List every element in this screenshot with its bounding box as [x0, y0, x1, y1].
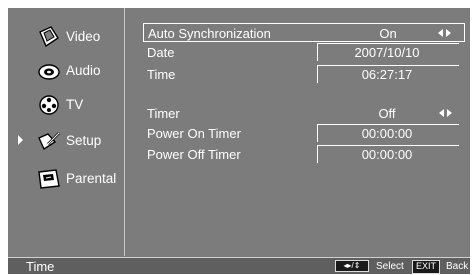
timer-value: Off: [378, 106, 396, 121]
power-off-timer-label: Power Off Timer: [147, 147, 241, 162]
timer-label: Timer: [147, 106, 180, 121]
sidebar-item-label: TV: [66, 97, 84, 112]
setup-icon: [36, 128, 62, 154]
power-off-timer-value: 00:00:00: [361, 147, 413, 162]
settings-panel: Auto Synchronization On Date 2007/10/10 …: [125, 8, 470, 256]
time-row[interactable]: Time 06:27:17: [143, 65, 465, 84]
time-value: 06:27:17: [361, 67, 413, 82]
auto-sync-row[interactable]: Auto Synchronization On: [143, 23, 465, 42]
sidebar-item-label: Video: [66, 29, 101, 44]
sidebar-item-label: Parental: [66, 171, 117, 186]
back-hint: Back: [446, 261, 469, 272]
status-bar: Time ◂▸/⇕ Select EXIT Back: [8, 257, 470, 274]
power-off-timer-row[interactable]: Power Off Timer 00:00:00: [143, 145, 465, 164]
audio-icon: [36, 58, 62, 84]
nav-keys-icon: ◂▸/⇕: [335, 260, 369, 272]
time-label: Time: [147, 67, 176, 82]
sidebar-item-setup[interactable]: Setup: [18, 128, 122, 154]
exit-key-icon: EXIT: [412, 260, 441, 274]
sidebar-item-video[interactable]: Video: [18, 24, 122, 50]
selected-arrow-icon: [18, 135, 23, 145]
date-label: Date: [147, 45, 175, 60]
date-row[interactable]: Date 2007/10/10: [143, 43, 465, 62]
tv-icon: [36, 92, 62, 118]
sidebar-item-label: Audio: [66, 63, 101, 78]
timer-row[interactable]: Timer Off: [143, 104, 465, 123]
sidebar-item-parental[interactable]: Parental: [18, 166, 122, 192]
sidebar-item-audio[interactable]: Audio: [18, 58, 122, 84]
auto-sync-value: On: [379, 26, 397, 41]
sidebar-item-tv[interactable]: TV: [18, 92, 122, 118]
power-on-timer-label: Power On Timer: [147, 126, 241, 141]
power-on-timer-value: 00:00:00: [361, 126, 413, 141]
auto-sync-label: Auto Synchronization: [148, 26, 271, 41]
sidebar-item-label: Setup: [66, 133, 102, 148]
power-on-timer-row[interactable]: Power On Timer 00:00:00: [143, 124, 465, 143]
select-hint: Select: [376, 261, 404, 272]
date-value: 2007/10/10: [354, 45, 420, 60]
sidebar-menu: Video Audio TV Setup Parental: [8, 8, 125, 256]
left-right-arrows-icon: [439, 109, 457, 117]
left-right-arrows-icon: [438, 29, 456, 37]
parental-icon: [36, 166, 62, 192]
status-title: Time: [26, 259, 55, 274]
video-icon: [36, 24, 62, 50]
osd-screen: Video Audio TV Setup Parental Auto Synch…: [8, 8, 470, 274]
